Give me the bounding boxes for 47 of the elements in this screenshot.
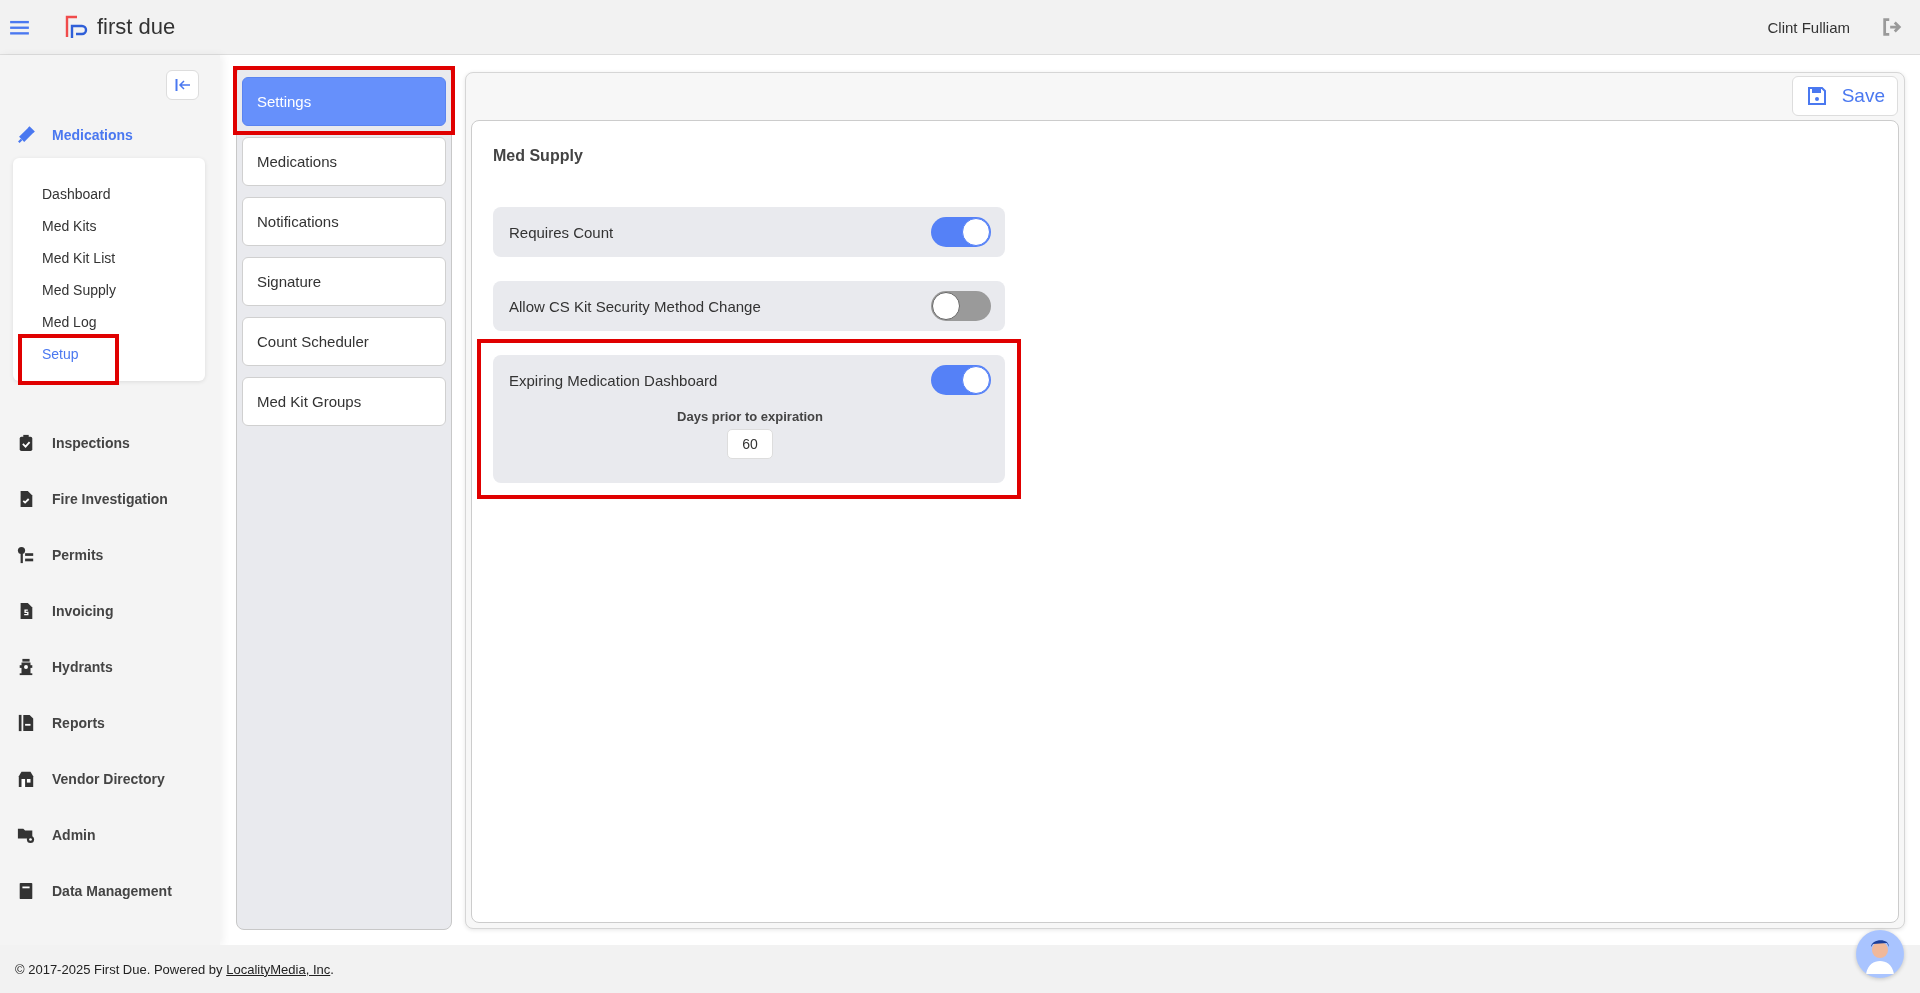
toggle-switch[interactable] xyxy=(931,365,991,395)
submenu-item[interactable]: Med Log xyxy=(19,306,195,338)
settings-nav-item[interactable]: Signature xyxy=(242,257,446,306)
logout-icon[interactable] xyxy=(1881,16,1903,38)
submenu-item[interactable]: Med Kits xyxy=(19,210,195,242)
sidebar-item[interactable]: Inspections xyxy=(52,435,130,451)
storefront-icon xyxy=(17,770,35,788)
setting-label: Requires Count xyxy=(509,223,614,241)
toggle-switch[interactable] xyxy=(931,291,991,321)
sidebar-item[interactable]: Invoicing xyxy=(52,603,114,619)
sidebar-section[interactable]: Medications xyxy=(52,127,133,143)
field-label: Days prior to expiration xyxy=(677,409,823,424)
setting-label: Expiring Medication Dashboard xyxy=(509,371,718,389)
logo-icon xyxy=(65,15,89,39)
submenu-item[interactable]: Setup xyxy=(19,338,195,370)
setting-label: Allow CS Kit Security Method Change xyxy=(509,297,761,315)
submenu-item[interactable]: Med Supply xyxy=(19,274,195,306)
hydrant-icon xyxy=(17,658,35,676)
settings-nav-item[interactable]: Notifications xyxy=(242,197,446,246)
sidebar-item[interactable]: Data Management xyxy=(52,883,172,899)
report-icon xyxy=(17,714,35,732)
logo-text: first due xyxy=(97,14,176,40)
save-icon xyxy=(1806,86,1827,106)
sidebar-item[interactable]: Permits xyxy=(52,547,104,563)
collapse-icon xyxy=(174,78,191,92)
menu-icon[interactable] xyxy=(10,19,29,35)
collapse-sidebar-button[interactable] xyxy=(166,70,199,100)
submenu-item[interactable]: Med Kit List xyxy=(19,242,195,274)
user-name: Clint Fulliam xyxy=(1767,18,1850,36)
clipboard-check-icon xyxy=(17,434,35,452)
copyright-text: © 2017-2025 First Due. Powered by LocalityMedia, Inc. xyxy=(15,961,334,977)
sidebar-item[interactable]: Fire Investigation xyxy=(52,491,168,507)
sidebar-item[interactable]: Hydrants xyxy=(52,659,113,675)
assistant-avatar[interactable] xyxy=(1856,930,1904,978)
key-list-icon xyxy=(17,546,35,564)
folder-gear-icon xyxy=(17,826,35,844)
days-input[interactable]: 60 xyxy=(727,429,773,459)
panel-title: Med Supply xyxy=(493,147,584,165)
save-button[interactable]: Save xyxy=(1791,76,1898,116)
toggle-switch[interactable] xyxy=(931,217,991,247)
sidebar-item[interactable]: Admin xyxy=(52,827,96,843)
settings-nav-item[interactable]: Medications xyxy=(242,137,446,186)
sidebar-item[interactable]: Reports xyxy=(52,715,105,731)
settings-nav-item[interactable]: Count Scheduler xyxy=(242,317,446,366)
settings-nav-item[interactable]: Med Kit Groups xyxy=(242,377,446,426)
sidebar-item[interactable]: Vendor Directory xyxy=(52,771,165,787)
submenu-item[interactable]: Dashboard xyxy=(19,178,195,210)
